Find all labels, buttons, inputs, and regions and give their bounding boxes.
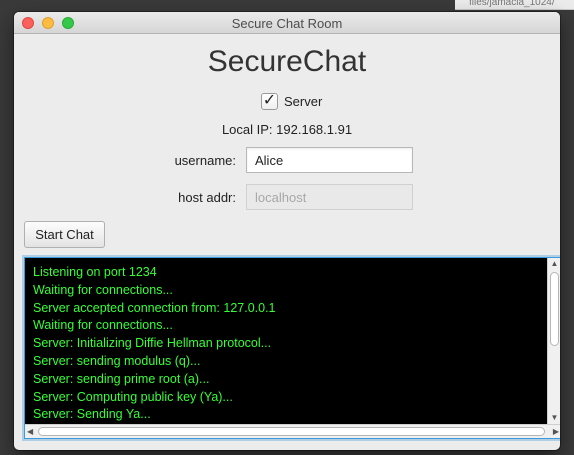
background-window: files/jamacia_1024/ (455, 0, 574, 10)
host-address-label: host addr: (178, 190, 236, 205)
local-ip-row: Local IP: 192.168.1.91 (14, 122, 560, 137)
log-line: Listening on port 1234 (33, 265, 157, 279)
app-title: SecureChat (207, 45, 367, 78)
username-label: username: (174, 153, 236, 168)
scroll-right-icon[interactable]: ▶ (553, 425, 559, 438)
checkmark-icon: ✓ (262, 92, 277, 109)
log-line: Server: sending prime root (a)... (33, 371, 210, 386)
log-text-area[interactable]: Listening on port 1234 Waiting for connec… (24, 257, 560, 439)
log-line: Server accepted connection from: 127.0.0… (33, 300, 276, 315)
server-checkbox-row[interactable]: ✓ Server (261, 91, 322, 111)
scroll-up-icon[interactable]: ▲ (548, 258, 560, 270)
local-ip-value: 192.168.1.91 (276, 122, 353, 137)
horizontal-scrollbar[interactable]: ◀ ▶ (25, 424, 560, 438)
vertical-scroll-thumb[interactable] (550, 272, 559, 346)
scroll-down-icon[interactable]: ▼ (548, 412, 560, 424)
start-chat-button[interactable]: Start Chat (24, 221, 105, 248)
window-title: Secure Chat Room (231, 16, 343, 31)
log-line: Server: Initializing Diffie Hellman prot… (33, 336, 272, 351)
scroll-left-icon[interactable]: ◀ (27, 425, 33, 438)
username-field[interactable] (246, 147, 413, 173)
log-lines: Listening on port 1234 Waiting for connec… (33, 264, 541, 438)
server-label[interactable]: Server (284, 94, 322, 109)
host-address-field[interactable] (246, 184, 413, 210)
log-line: Waiting for connections... (33, 282, 173, 297)
local-ip-label: Local IP: (221, 122, 273, 137)
background-window-text: files/jamacia_1024/ (469, 0, 555, 8)
title-bar[interactable]: Secure Chat Room (14, 12, 560, 34)
log-line: Server: sending modulus (q)... (33, 353, 201, 368)
log-line: Waiting for connections... (33, 318, 173, 333)
chat-window: Secure Chat Room SecureChat ✓ Server Loc… (14, 12, 560, 450)
vertical-scrollbar[interactable]: ▲ ▼ (547, 258, 560, 424)
horizontal-scroll-thumb[interactable] (38, 427, 545, 436)
server-checkbox[interactable]: ✓ (261, 92, 278, 110)
log-line: Server: Computing public key (Ya)... (33, 389, 233, 404)
log-line: Server: Sending Ya... (33, 407, 151, 422)
